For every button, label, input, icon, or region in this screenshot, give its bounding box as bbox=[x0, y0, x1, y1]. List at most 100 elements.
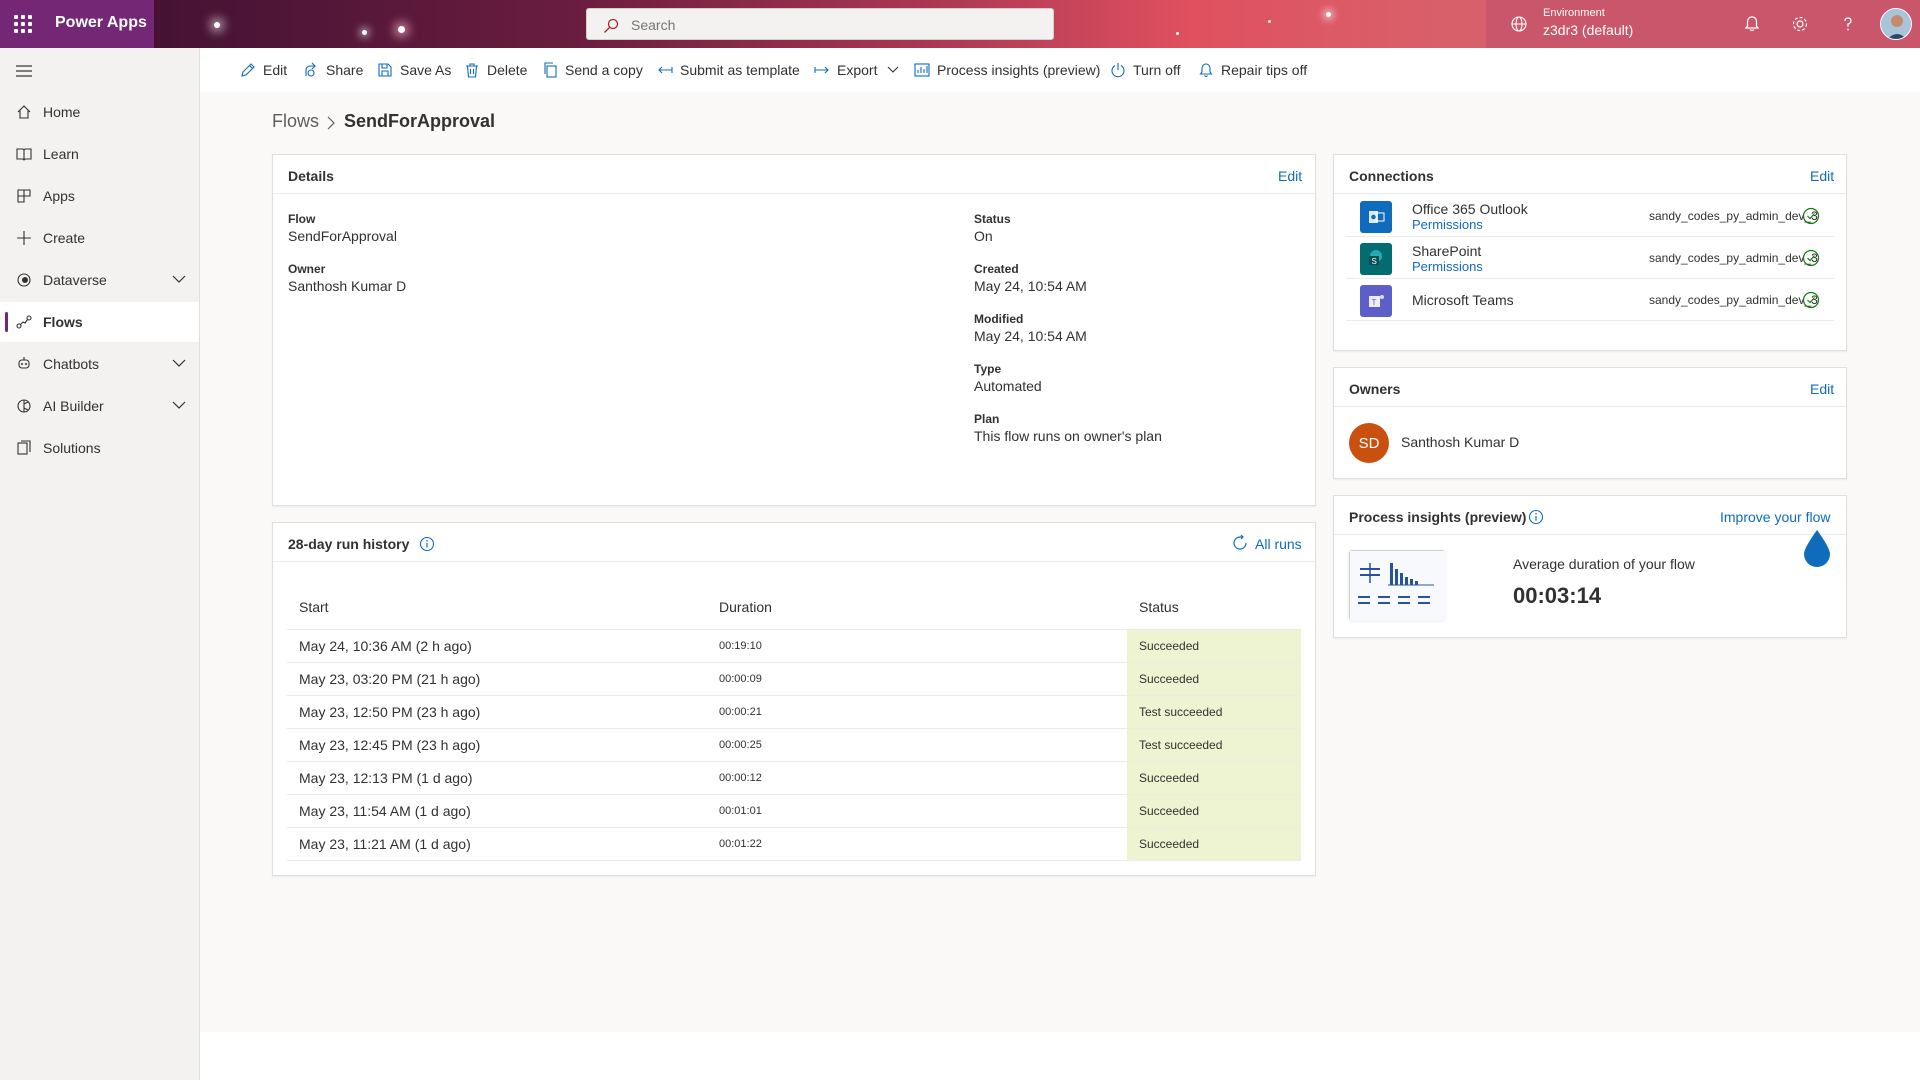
column-header-start[interactable]: Start bbox=[287, 585, 707, 630]
app-title[interactable]: Power Apps bbox=[55, 14, 147, 32]
run-start: May 24, 10:36 AM (2 h ago) bbox=[287, 629, 707, 663]
sidebar-item-dataverse[interactable]: Dataverse bbox=[0, 260, 199, 300]
sparkle-decoration bbox=[1268, 20, 1271, 23]
table-row[interactable]: May 24, 10:36 AM (2 h ago) 00:19:10 Succ… bbox=[287, 629, 1301, 663]
run-status: Succeeded bbox=[1127, 827, 1301, 861]
search-icon bbox=[604, 18, 619, 33]
improve-flow-link[interactable]: Improve your flow bbox=[1720, 509, 1830, 525]
owner-initials: SD bbox=[1358, 434, 1380, 452]
type-value: Automated bbox=[974, 378, 1042, 394]
environment-value[interactable]: z3dr3 (default) bbox=[1543, 22, 1633, 38]
sidebar-item-label: Home bbox=[43, 104, 81, 120]
sidebar-item-label: Flows bbox=[43, 314, 83, 330]
submit-icon bbox=[658, 66, 673, 74]
connections-card: Connections Edit Office 365 Outlook Perm… bbox=[1333, 154, 1847, 351]
sparkle-decoration bbox=[1176, 32, 1179, 35]
all-runs-link[interactable]: All runs bbox=[1255, 536, 1302, 552]
info-icon[interactable] bbox=[1528, 509, 1544, 525]
app-launcher-icon[interactable] bbox=[14, 15, 32, 33]
environment-icon bbox=[1511, 16, 1527, 32]
run-duration: 00:00:09 bbox=[707, 662, 1127, 696]
send-a-copy-button[interactable]: Send a copy bbox=[542, 60, 643, 80]
share-button[interactable]: Share bbox=[303, 60, 363, 80]
refresh-icon[interactable] bbox=[1231, 534, 1249, 552]
column-header-duration[interactable]: Duration bbox=[707, 585, 1127, 630]
repair-tips-off-button-label: Repair tips off bbox=[1221, 62, 1308, 78]
divider bbox=[273, 561, 1315, 562]
connection-name: SharePoint bbox=[1412, 243, 1482, 259]
connection-row: S SharePoint Permissions sandy_codes_py_… bbox=[1346, 237, 1834, 279]
run-status: Succeeded bbox=[1127, 794, 1301, 828]
home-icon bbox=[17, 105, 31, 119]
check-circle-icon bbox=[1802, 249, 1820, 267]
connection-name: Microsoft Teams bbox=[1412, 292, 1514, 308]
sidebar-item-home[interactable]: Home bbox=[0, 92, 199, 132]
hamburger-menu-icon[interactable] bbox=[16, 64, 32, 78]
plus-icon bbox=[17, 231, 31, 245]
save-as-button[interactable]: Save As bbox=[377, 60, 451, 80]
repair-tips-off-button[interactable]: Repair tips off bbox=[1198, 60, 1307, 80]
trash-icon bbox=[466, 63, 478, 78]
run-duration: 00:01:01 bbox=[707, 794, 1127, 828]
sidebar-item-label: Chatbots bbox=[43, 356, 100, 372]
permissions-link[interactable]: Permissions bbox=[1412, 259, 1483, 274]
run-duration: 00:00:25 bbox=[707, 728, 1127, 762]
flow-value: SendForApproval bbox=[288, 228, 397, 244]
plan-label: Plan bbox=[974, 412, 1000, 426]
column-header-status[interactable]: Status bbox=[1127, 585, 1301, 630]
table-row[interactable]: May 23, 11:21 AM (1 d ago) 00:01:22 Succ… bbox=[287, 827, 1301, 861]
apps-icon bbox=[17, 189, 31, 203]
modified-label: Modified bbox=[974, 312, 1024, 326]
user-avatar[interactable] bbox=[1880, 8, 1912, 40]
submit-as-template-button[interactable]: Submit as template bbox=[657, 60, 800, 80]
details-title: Details bbox=[288, 168, 334, 184]
sidebar-item-solutions[interactable]: Solutions bbox=[0, 428, 199, 468]
connection-account: sandy_codes_py_admin_dev_3 bbox=[1649, 209, 1818, 223]
avg-duration-label: Average duration of your flow bbox=[1513, 556, 1695, 572]
share-button-label: Share bbox=[326, 62, 364, 78]
edit-button[interactable]: Edit bbox=[240, 60, 287, 80]
status-value: On bbox=[974, 228, 993, 244]
sidebar-item-chatbots[interactable]: Chatbots bbox=[0, 344, 199, 384]
details-edit-link[interactable]: Edit bbox=[1278, 168, 1302, 184]
divider bbox=[1334, 193, 1846, 194]
sidebar-item-create[interactable]: Create bbox=[0, 218, 199, 258]
table-row[interactable]: May 23, 12:45 PM (23 h ago) 00:00:25 Tes… bbox=[287, 728, 1301, 762]
run-start: May 23, 03:20 PM (21 h ago) bbox=[287, 662, 707, 696]
delete-button[interactable]: Delete bbox=[464, 60, 527, 80]
search-input[interactable] bbox=[631, 15, 1031, 35]
chevron-down-icon[interactable] bbox=[172, 400, 186, 410]
search-box[interactable] bbox=[586, 8, 1054, 40]
sidebar-item-label: Dataverse bbox=[43, 272, 107, 288]
chevron-down-icon[interactable] bbox=[172, 274, 186, 284]
run-duration: 00:00:21 bbox=[707, 695, 1127, 729]
help-icon[interactable] bbox=[1838, 14, 1858, 34]
delete-button-label: Delete bbox=[487, 62, 528, 78]
table-row[interactable]: May 23, 03:20 PM (21 h ago) 00:00:09 Suc… bbox=[287, 662, 1301, 696]
svg-text:S: S bbox=[1372, 257, 1377, 266]
sidebar-item-ai-builder[interactable]: AI Builder bbox=[0, 386, 199, 426]
modified-value: May 24, 10:54 AM bbox=[974, 328, 1087, 344]
connection-row: T Microsoft Teams sandy_codes_py_admin_d… bbox=[1346, 279, 1834, 321]
bell-icon[interactable] bbox=[1742, 14, 1762, 34]
sidebar-item-apps[interactable]: Apps bbox=[0, 176, 199, 216]
divider bbox=[1334, 534, 1846, 535]
environment-label: Environment bbox=[1543, 7, 1605, 19]
export-button[interactable]: Export bbox=[814, 60, 899, 80]
turn-off-button[interactable]: Turn off bbox=[1110, 60, 1180, 80]
breadcrumb-flows-link[interactable]: Flows bbox=[272, 111, 319, 132]
sidebar-item-learn[interactable]: Learn bbox=[0, 134, 199, 174]
divider bbox=[273, 193, 1315, 194]
info-icon[interactable] bbox=[419, 536, 435, 552]
sidebar-item-flows[interactable]: Flows bbox=[0, 302, 199, 342]
chevron-down-icon[interactable] bbox=[172, 358, 186, 368]
table-row[interactable]: May 23, 12:50 PM (23 h ago) 00:00:21 Tes… bbox=[287, 695, 1301, 729]
gear-icon[interactable] bbox=[1790, 14, 1810, 34]
process-insights-button[interactable]: Process insights (preview) bbox=[914, 60, 1100, 80]
connections-edit-link[interactable]: Edit bbox=[1810, 168, 1834, 184]
table-row[interactable]: May 23, 11:54 AM (1 d ago) 00:01:01 Succ… bbox=[287, 794, 1301, 828]
permissions-link[interactable]: Permissions bbox=[1412, 217, 1483, 232]
owners-edit-link[interactable]: Edit bbox=[1810, 381, 1834, 397]
table-row[interactable]: May 23, 12:13 PM (1 d ago) 00:00:12 Succ… bbox=[287, 761, 1301, 795]
sparkle-decoration bbox=[1326, 12, 1331, 17]
